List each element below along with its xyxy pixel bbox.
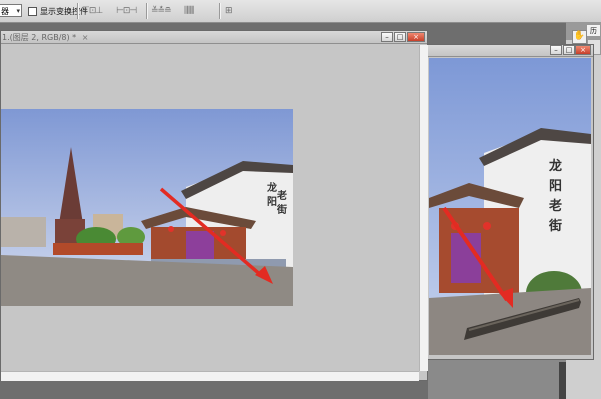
restore-button[interactable]: □ bbox=[563, 45, 575, 55]
align-top-icon[interactable]: ⊤⊡⊥ bbox=[82, 6, 103, 16]
toolbar-divider bbox=[219, 3, 221, 19]
align-left-icon[interactable]: ⊢⊡⊣ bbox=[116, 6, 137, 16]
auto-select-dropdown[interactable]: 器 ▾ bbox=[0, 4, 22, 17]
left-building bbox=[1, 217, 46, 247]
show-transform-controls-label: 显示变换控件 bbox=[40, 6, 88, 16]
auto-align-layers-icon[interactable]: ⊞ bbox=[225, 6, 232, 16]
sign-character: 街 bbox=[548, 218, 562, 234]
distribute-vertical-icon[interactable]: ≚≛≘ bbox=[151, 6, 172, 16]
hand-tool-icon[interactable]: ✋ bbox=[572, 30, 587, 44]
street-photo-image: 龙 阳 老 街 bbox=[1, 109, 293, 306]
sign-character: 龙 bbox=[266, 181, 277, 194]
document-1-canvas[interactable]: 龙 阳 老 街 bbox=[1, 45, 419, 371]
close-button[interactable]: × bbox=[575, 45, 591, 55]
sign-character: 阳 bbox=[549, 179, 562, 194]
street-photo[interactable]: 龙 阳 老 街 bbox=[1, 109, 293, 306]
chevron-down-icon: ▾ bbox=[16, 7, 20, 15]
sign-character: 老 bbox=[276, 189, 287, 202]
document-window-2[interactable]: – □ × 龙 阳 老 街 bbox=[427, 44, 594, 360]
sign-character: 阳 bbox=[267, 196, 277, 208]
distribute-horizontal-icon[interactable]: ⫼⫼⫼ bbox=[184, 6, 194, 16]
sign-character: 龙 bbox=[549, 158, 562, 174]
sign-character: 老 bbox=[548, 198, 562, 214]
vertical-scrollbar[interactable] bbox=[419, 45, 428, 371]
tab-history[interactable]: 历史 bbox=[586, 24, 601, 48]
toolbar-divider bbox=[146, 3, 148, 19]
tab-close-icon[interactable]: × bbox=[82, 33, 89, 42]
lantern bbox=[483, 222, 491, 230]
lantern bbox=[168, 226, 174, 232]
show-transform-controls[interactable]: 显示变换控件 bbox=[28, 5, 88, 17]
horizontal-scrollbar[interactable] bbox=[1, 371, 419, 381]
street-photo-crop: 龙 阳 老 街 bbox=[429, 58, 591, 355]
lantern bbox=[220, 230, 226, 236]
document-2-canvas[interactable]: 龙 阳 老 街 bbox=[429, 58, 591, 355]
document-1-title-bar[interactable]: 1.(图层 2, RGB/8) * × – □ × bbox=[1, 31, 427, 44]
toolbar-divider bbox=[77, 3, 79, 19]
minimize-button[interactable]: – bbox=[550, 45, 562, 55]
market-stalls bbox=[53, 243, 143, 255]
document-2-title-bar[interactable]: – □ × bbox=[428, 45, 593, 57]
restore-button[interactable]: □ bbox=[394, 32, 406, 42]
document-window-1[interactable]: 1.(图层 2, RGB/8) * × – □ × 龙 阳 老 街 bbox=[0, 30, 428, 381]
show-transform-controls-checkbox[interactable] bbox=[28, 6, 37, 16]
minimize-button[interactable]: – bbox=[381, 32, 393, 42]
gate-door bbox=[186, 231, 214, 261]
options-bar: 器 ▾ 显示变换控件 ⊤⊡⊥ ⊢⊡⊣ ≚≛≘ ⫼⫼⫼ ⊞ bbox=[0, 0, 601, 23]
workspace-background bbox=[428, 360, 566, 399]
panel-edge bbox=[559, 362, 566, 399]
auto-select-value: 器 bbox=[1, 7, 9, 16]
close-button[interactable]: × bbox=[407, 32, 425, 42]
document-1-title: 1.(图层 2, RGB/8) * bbox=[2, 33, 77, 42]
sign-character: 街 bbox=[276, 203, 287, 216]
